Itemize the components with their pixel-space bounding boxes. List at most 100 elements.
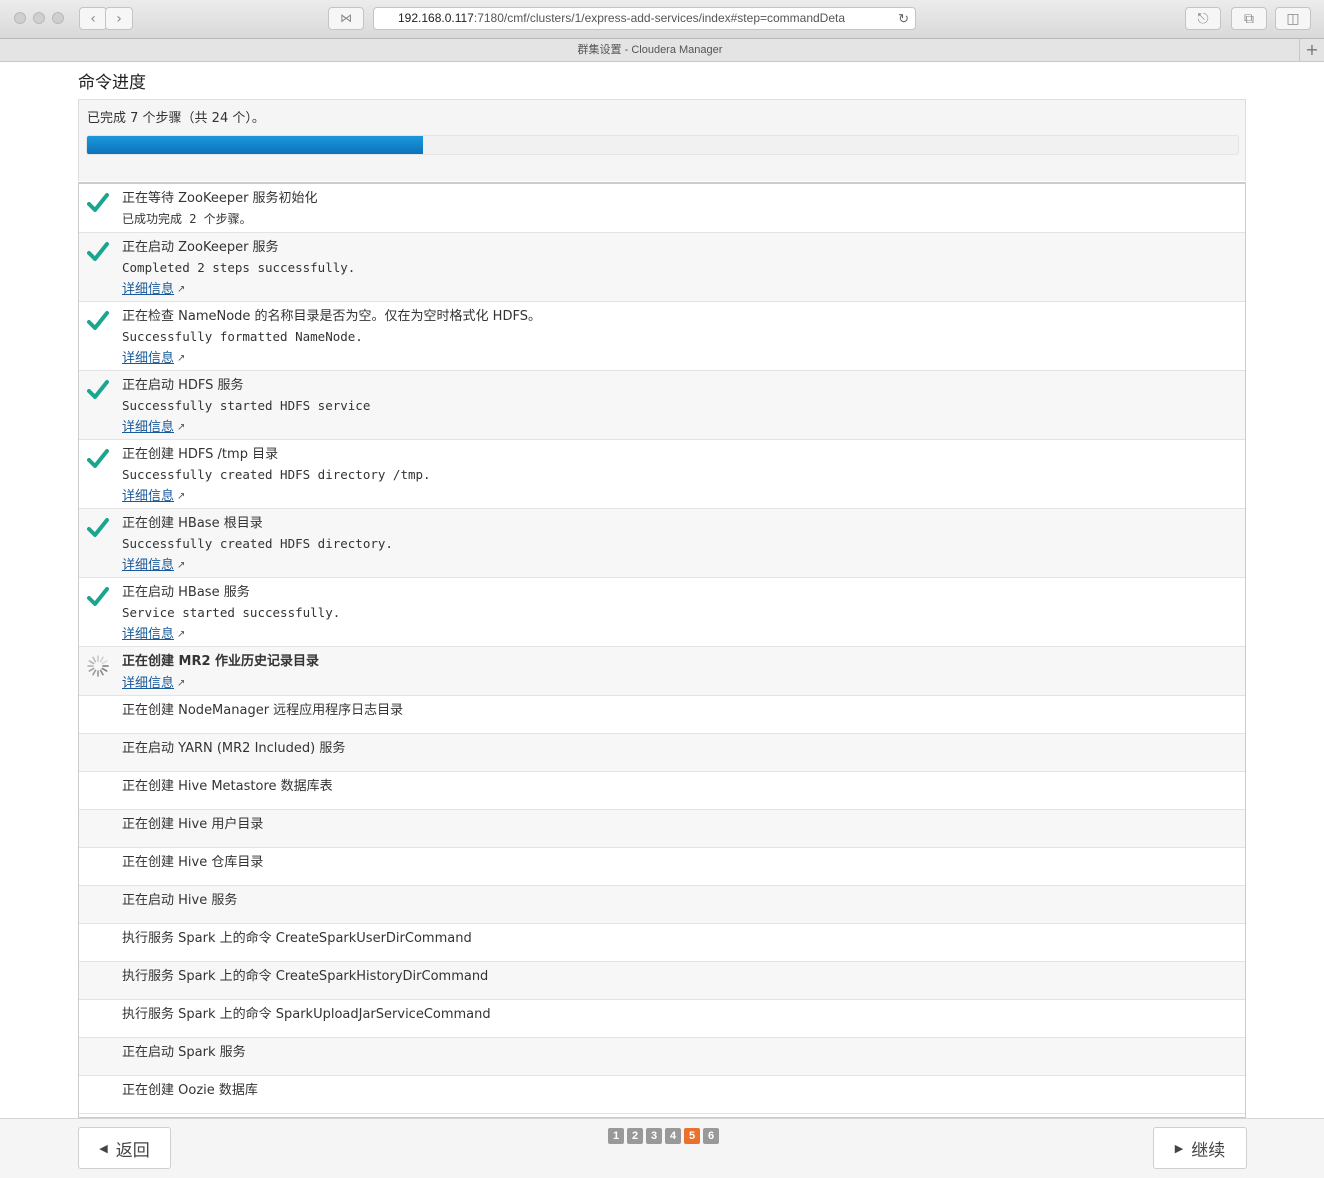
page-step-4: 4 — [665, 1128, 681, 1144]
url-bar[interactable]: 192.168.0.117:7180/cmf/clusters/1/expres… — [373, 7, 916, 30]
progress-bar — [86, 135, 1239, 155]
step-message: Successfully created HDFS directory. — [122, 536, 393, 551]
step-row: 正在创建 Hive 仓库目录 — [79, 848, 1245, 886]
step-message: Successfully created HDFS directory /tmp… — [122, 467, 431, 482]
step-details-link[interactable]: 详细信息 — [122, 556, 174, 576]
step-row: 执行服务 Spark 上的命令 CreateSparkHistoryDirCom… — [79, 962, 1245, 1000]
step-row: 正在创建 NodeManager 远程应用程序日志目录 — [79, 696, 1245, 734]
step-title: 正在创建 MR2 作业历史记录目录 — [122, 654, 320, 669]
url-host: 192.168.0.117 — [398, 11, 474, 25]
step-message: 已成功完成 2 个步骤。 — [122, 212, 252, 226]
reload-icon[interactable]: ↻ — [894, 8, 909, 29]
external-link-icon: ↗ — [177, 353, 186, 364]
external-link-icon: ↗ — [177, 491, 186, 502]
step-title: 正在创建 Hive 用户目录 — [122, 817, 264, 832]
step-row: 正在创建 HDFS /tmp 目录 Successfully created HD… — [79, 440, 1245, 509]
wizard-footer: ◀ 返回 123456 ▶ 继续 — [0, 1118, 1324, 1178]
external-link-icon: ↗ — [177, 560, 186, 571]
check-icon — [87, 587, 109, 606]
step-title: 正在等待 ZooKeeper 服务初始化 — [122, 191, 318, 206]
step-title: 正在创建 Hive Metastore 数据库表 — [122, 779, 333, 794]
back-button-label: 返回 — [115, 1140, 150, 1161]
step-title: 执行服务 Spark 上的命令 CreateSparkUserDirComman… — [122, 931, 472, 946]
step-title: 正在创建 HDFS /tmp 目录 — [122, 447, 279, 462]
continue-button[interactable]: ▶ 继续 — [1153, 1127, 1247, 1169]
step-details-link[interactable]: 详细信息 — [122, 625, 174, 645]
step-title: 正在启动 Spark 服务 — [122, 1045, 246, 1060]
back-nav-button[interactable]: ‹ — [79, 7, 107, 30]
step-title: 正在创建 Oozie 数据库 — [122, 1083, 258, 1098]
step-row: 正在创建 HBase 根目录 Successfully created HDFS … — [79, 509, 1245, 578]
step-title: 正在启动 ZooKeeper 服务 — [122, 240, 279, 255]
external-link-icon: ↗ — [177, 284, 186, 295]
reader-button[interactable]: ⋈ — [328, 7, 364, 30]
zoom-window-button[interactable] — [52, 12, 64, 24]
step-title: 正在创建 HBase 根目录 — [122, 516, 263, 531]
external-link-icon: ↗ — [177, 629, 186, 640]
forward-nav-button[interactable]: › — [105, 7, 133, 30]
continue-button-label: 继续 — [1191, 1140, 1226, 1161]
tabs-icon: ⧉ — [1244, 10, 1254, 27]
step-row: 正在启动 YARN (MR2 Included) 服务 — [79, 734, 1245, 772]
step-row: 正在启动 HBase 服务 Service started successfull… — [79, 578, 1245, 647]
step-row: 正在启动 ZooKeeper 服务 Completed 2 steps succe… — [79, 233, 1245, 302]
external-link-icon: ↗ — [177, 422, 186, 433]
check-icon — [87, 449, 109, 468]
reader-icon: ⋈ — [340, 11, 352, 25]
share-icon: ⎋ — [1197, 10, 1209, 27]
step-row: 正在创建 MR2 作业历史记录目录详细信息 ↗ — [79, 647, 1245, 696]
progress-panel: 已完成 7 个步骤（共 24 个）。 — [78, 99, 1246, 181]
skip-forward-icon: ▶ — [1174, 1141, 1184, 1155]
tabs-overview-button[interactable]: ⧉ — [1231, 7, 1267, 30]
step-message: Successfully formatted NameNode. — [122, 329, 363, 344]
skip-back-icon: ◀ — [99, 1141, 108, 1155]
step-title: 执行服务 Spark 上的命令 SparkUploadJarServiceCom… — [122, 1007, 491, 1022]
chevron-left-icon: ‹ — [90, 10, 96, 27]
progress-bar-fill — [87, 136, 423, 154]
step-row: 正在启动 Spark 服务 — [79, 1038, 1245, 1076]
step-details-link[interactable]: 详细信息 — [122, 349, 174, 369]
step-row: 正在启动 HDFS 服务 Successfully started HDFS se… — [79, 371, 1245, 440]
step-details-link[interactable]: 详细信息 — [122, 280, 174, 300]
tab-title[interactable]: 群集设置 - Cloudera Manager — [0, 39, 1300, 61]
step-row: 正在创建 Hive 用户目录 — [79, 810, 1245, 848]
page-step-2: 2 — [627, 1128, 643, 1144]
step-title: 执行服务 Spark 上的命令 CreateSparkHistoryDirCom… — [122, 969, 489, 984]
browser-toolbar: ‹ › ⋈ 192.168.0.117:7180/cmf/clusters/1/… — [0, 0, 1324, 39]
new-tab-button[interactable]: + — [1299, 39, 1324, 61]
share-button[interactable]: ⎋ — [1185, 7, 1221, 30]
step-message: Successfully started HDFS service — [122, 398, 371, 413]
check-icon — [87, 311, 109, 330]
sidebar-toggle-button[interactable]: ◫ — [1275, 7, 1311, 30]
external-link-icon: ↗ — [177, 678, 186, 689]
step-row: 执行服务 Spark 上的命令 SparkUploadJarServiceCom… — [79, 1000, 1245, 1038]
page-step-5: 5 — [684, 1128, 700, 1144]
minimize-window-button[interactable] — [33, 12, 45, 24]
step-list[interactable]: 正在等待 ZooKeeper 服务初始化 已成功完成 2 个步骤。正在启动 Zoo… — [78, 182, 1246, 1118]
step-details-link[interactable]: 详细信息 — [122, 487, 174, 507]
step-row: 正在创建 Oozie 数据库 — [79, 1076, 1245, 1114]
step-row: 正在启动 Hive 服务 — [79, 886, 1245, 924]
check-icon — [87, 242, 109, 261]
url-path: :7180/cmf/clusters/1/express-add-service… — [473, 11, 846, 25]
step-title: 正在创建 Hive 仓库目录 — [122, 855, 264, 870]
page-step-3: 3 — [646, 1128, 662, 1144]
step-message: Completed 2 steps successfully. — [122, 260, 356, 275]
chevron-right-icon: › — [116, 10, 122, 27]
check-icon — [87, 380, 109, 399]
step-title: 正在启动 Hive 服务 — [122, 893, 238, 908]
step-title: 正在检查 NameNode 的名称目录是否为空。仅在为空时格式化 HDFS。 — [122, 309, 541, 324]
tab-bar: 群集设置 - Cloudera Manager + — [0, 39, 1324, 62]
step-details-link[interactable]: 详细信息 — [122, 418, 174, 438]
back-button[interactable]: ◀ 返回 — [78, 1127, 171, 1169]
step-title: 正在启动 YARN (MR2 Included) 服务 — [122, 741, 346, 756]
progress-text: 已完成 7 个步骤（共 24 个）。 — [87, 111, 265, 126]
check-icon — [87, 193, 109, 212]
step-details-link[interactable]: 详细信息 — [122, 674, 174, 694]
page-step-1: 1 — [608, 1128, 624, 1144]
step-title: 正在启动 HDFS 服务 — [122, 378, 244, 393]
step-title: 正在创建 NodeManager 远程应用程序日志目录 — [122, 703, 404, 718]
spinner-icon — [87, 655, 109, 677]
close-window-button[interactable] — [14, 12, 26, 24]
step-message: Service started successfully. — [122, 605, 341, 620]
